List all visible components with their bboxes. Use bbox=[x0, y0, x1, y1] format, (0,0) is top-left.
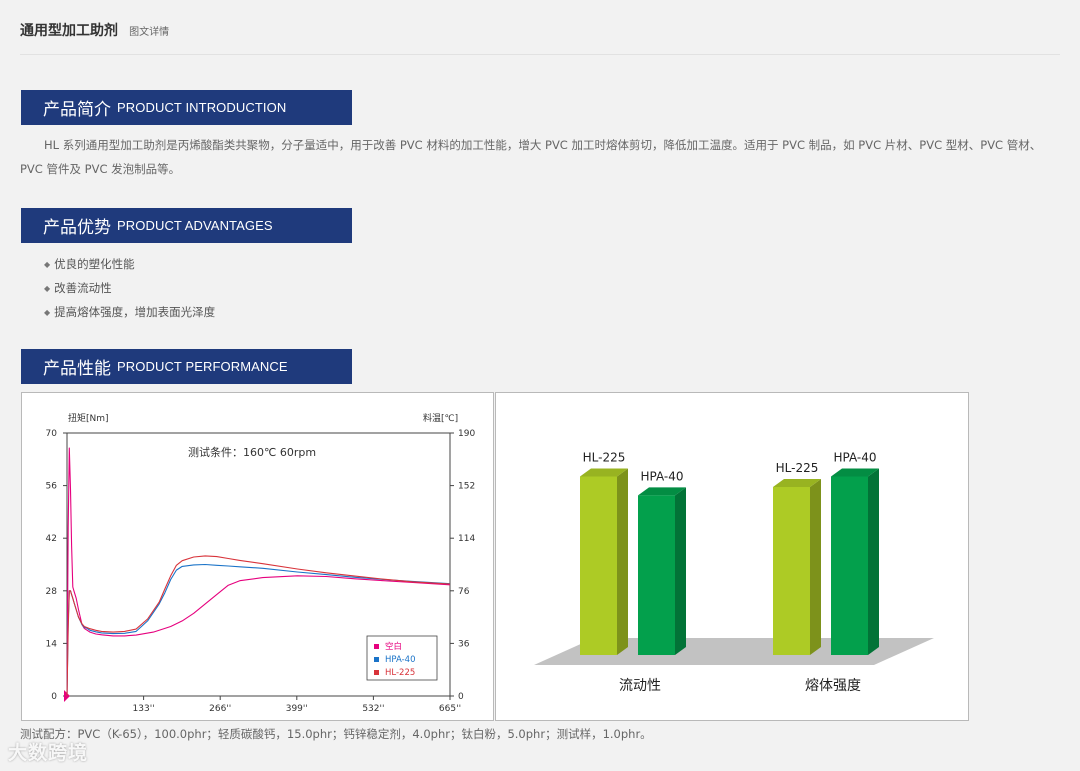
bullet-icon: ◆ bbox=[44, 284, 51, 293]
torque-line-chart: 扭矩[Nm] 料温[℃] 测试条件：160℃ 60rpm 0 14 28 42 56 70… bbox=[46, 412, 476, 714]
advantage-text: 提高熔体强度，增加表面光泽度 bbox=[54, 305, 216, 319]
chart-legend: 空白 HPA-40 HL-225 bbox=[366, 635, 438, 681]
bar-front bbox=[580, 476, 617, 655]
legend-label: HPA-40 bbox=[385, 655, 416, 665]
legend-label: HL-225 bbox=[385, 668, 415, 678]
section-title-en: PRODUCT PERFORMANCE bbox=[117, 359, 288, 374]
comparison-chart-panel: HL-225 HPA-40 流动性 HL-225 HPA-40 熔体强度 bbox=[495, 392, 969, 721]
bar-series-label: HL-225 bbox=[583, 451, 626, 465]
advantage-item: ◆ 改善流动性 bbox=[44, 280, 112, 296]
page-subtitle: 图文详情 bbox=[129, 27, 170, 38]
y-axis-label: 扭矩[Nm] bbox=[68, 412, 109, 424]
bar-series-label: HL-225 bbox=[776, 461, 819, 475]
bar bbox=[580, 468, 628, 655]
legend-label: 空白 bbox=[385, 641, 402, 652]
y2-tick-label: 152 bbox=[458, 482, 475, 492]
bar-front bbox=[831, 476, 868, 655]
section-banner-intro: 产品简介 PRODUCT INTRODUCTION bbox=[21, 90, 352, 125]
section-title-cn: 产品简介 bbox=[43, 100, 111, 120]
bar-side bbox=[675, 487, 686, 655]
bar-side bbox=[617, 468, 628, 655]
intro-paragraph: HL 系列通用型加工助剂是丙烯酸酯类共聚物，分子量适中，用于改善 PVC 材料的… bbox=[20, 138, 1042, 176]
y2-tick-label: 190 bbox=[458, 429, 475, 439]
x-tick-label: 399'' bbox=[286, 704, 308, 714]
bar-series-label: HPA-40 bbox=[640, 469, 683, 483]
y-tick-label: 14 bbox=[46, 639, 58, 649]
comparison-bar-chart: HL-225 HPA-40 流动性 HL-225 HPA-40 熔体强度 bbox=[534, 451, 934, 694]
section-banner-advantages: 产品优势 PRODUCT ADVANTAGES bbox=[21, 208, 352, 243]
test-formula-note: 测试配方：PVC（K-65），100.0phr；轻质碳酸钙，15.0phr；钙锌… bbox=[20, 727, 652, 741]
legend-swatch bbox=[374, 644, 379, 649]
bar-front bbox=[773, 487, 810, 655]
bar bbox=[638, 487, 686, 655]
category-label: 熔体强度 bbox=[805, 678, 861, 694]
y2-tick-label: 76 bbox=[458, 587, 470, 597]
advantage-item: ◆ 优良的塑化性能 bbox=[44, 256, 135, 272]
advantage-item: ◆ 提高熔体强度，增加表面光泽度 bbox=[44, 304, 215, 320]
section-title-cn: 产品优势 bbox=[43, 218, 111, 238]
category-label: 流动性 bbox=[619, 678, 661, 694]
y-tick-label: 28 bbox=[46, 587, 58, 597]
bullet-icon: ◆ bbox=[44, 260, 51, 269]
advantage-text: 优良的塑化性能 bbox=[54, 257, 135, 271]
y2-axis-label: 料温[℃] bbox=[423, 412, 458, 424]
x-tick-label: 266'' bbox=[209, 704, 231, 714]
x-tick-label: 532'' bbox=[362, 704, 384, 714]
legend-swatch bbox=[374, 670, 379, 675]
y2-tick-label: 114 bbox=[458, 534, 475, 544]
bar-series-label: HPA-40 bbox=[833, 451, 876, 465]
bar-front bbox=[638, 495, 675, 655]
page-title: 通用型加工助剂 bbox=[20, 23, 118, 39]
y2-tick-label: 36 bbox=[458, 639, 470, 649]
bar-side bbox=[810, 479, 821, 655]
y-tick-label: 0 bbox=[51, 692, 57, 702]
x-tick-label: 133'' bbox=[133, 704, 155, 714]
advantage-text: 改善流动性 bbox=[54, 281, 112, 295]
legend-swatch bbox=[374, 657, 379, 662]
bar-side bbox=[868, 468, 879, 655]
section-title-en: PRODUCT INTRODUCTION bbox=[117, 100, 287, 115]
section-title-en: PRODUCT ADVANTAGES bbox=[117, 218, 273, 233]
y2-tick-label: 0 bbox=[458, 692, 464, 702]
bullet-icon: ◆ bbox=[44, 308, 51, 317]
test-condition-annotation: 测试条件：160℃ 60rpm bbox=[188, 445, 316, 459]
page-header: 通用型加工助剂 图文详情 bbox=[20, 20, 1060, 55]
watermark: 大数跨境 bbox=[8, 742, 89, 764]
y-tick-label: 70 bbox=[46, 429, 58, 439]
bar bbox=[773, 479, 821, 655]
y-tick-label: 56 bbox=[46, 482, 58, 492]
bar bbox=[831, 468, 879, 655]
y-tick-label: 42 bbox=[46, 534, 57, 544]
section-banner-performance: 产品性能 PRODUCT PERFORMANCE bbox=[21, 349, 352, 384]
section-title-cn: 产品性能 bbox=[43, 359, 111, 379]
x-tick-label: 665'' bbox=[439, 704, 461, 714]
torque-chart-panel: 扭矩[Nm] 料温[℃] 测试条件：160℃ 60rpm 0 14 28 42 56 70… bbox=[21, 392, 494, 721]
